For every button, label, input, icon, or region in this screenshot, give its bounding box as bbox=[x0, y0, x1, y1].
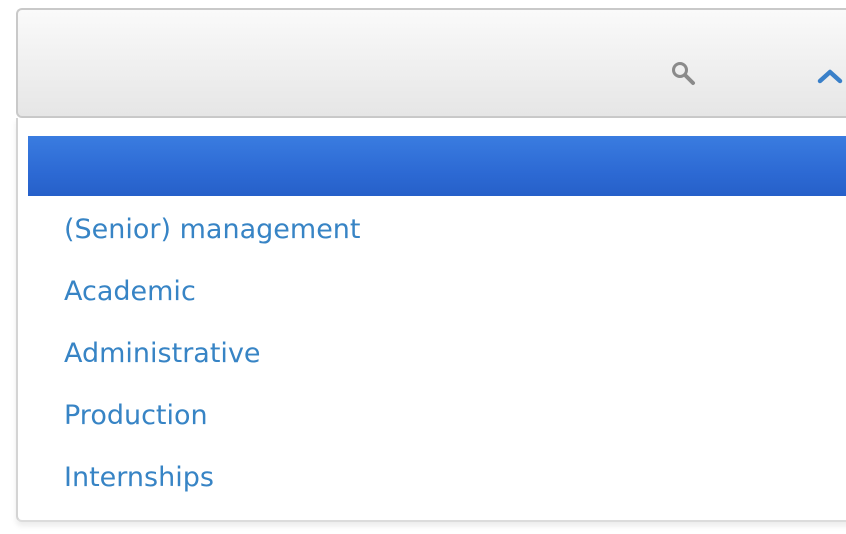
chevron-up-icon[interactable] bbox=[816, 66, 844, 86]
option-list: (Senior) management Academic Administrat… bbox=[64, 200, 361, 510]
dropdown-widget: (Senior) management Academic Administrat… bbox=[0, 0, 846, 534]
search-icon[interactable] bbox=[670, 60, 698, 88]
option-internships[interactable]: Internships bbox=[64, 448, 361, 510]
option-administrative[interactable]: Administrative bbox=[64, 324, 361, 386]
option-production[interactable]: Production bbox=[64, 386, 361, 448]
option-senior-management[interactable]: (Senior) management bbox=[64, 200, 361, 262]
highlighted-option[interactable] bbox=[28, 136, 846, 196]
option-academic[interactable]: Academic bbox=[64, 262, 361, 324]
select-box[interactable] bbox=[16, 8, 846, 118]
dropdown-list: (Senior) management Academic Administrat… bbox=[16, 118, 846, 522]
